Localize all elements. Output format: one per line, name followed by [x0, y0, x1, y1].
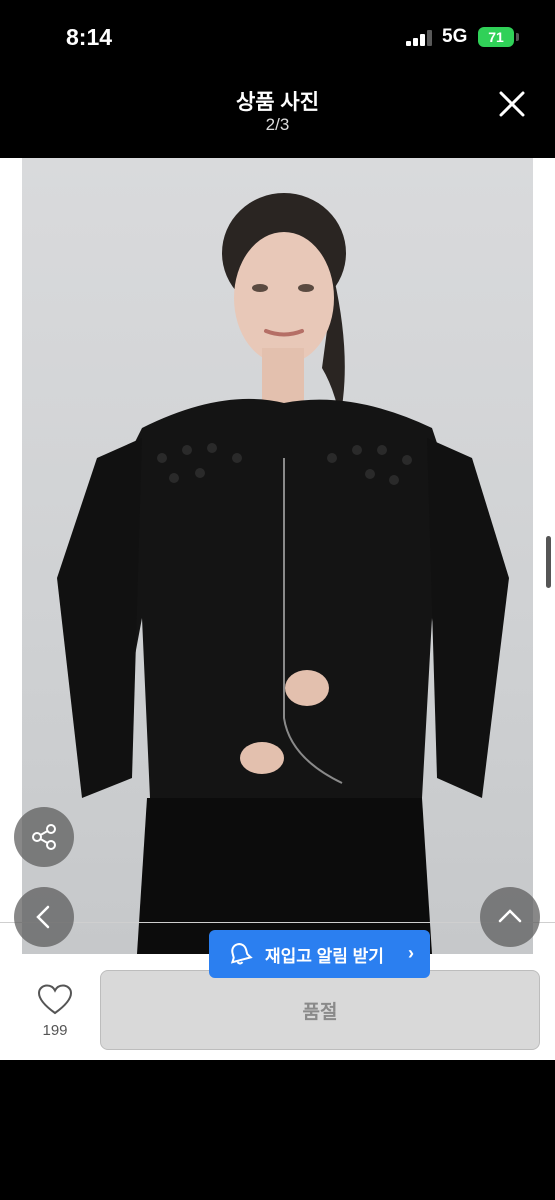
status-time: 8:14: [66, 24, 113, 50]
viewer-header: 상품 사진 2/3: [0, 80, 555, 158]
soldout-button[interactable]: 품절: [100, 970, 540, 1050]
share-icon: [32, 824, 56, 850]
close-icon: [499, 91, 525, 117]
battery-tip: [516, 33, 519, 41]
bell-icon: [230, 943, 253, 965]
viewer-divider: [0, 922, 555, 923]
close-button[interactable]: [494, 86, 530, 122]
scroll-top-button[interactable]: [480, 887, 540, 947]
restock-label: 재입고 알림 받기: [265, 946, 384, 966]
model-illustration: [57, 193, 509, 954]
battery-icon: 71: [478, 27, 514, 47]
restock-alert-button[interactable]: 재입고 알림 받기 ›: [209, 930, 430, 978]
photo-viewer[interactable]: [0, 158, 555, 1058]
page-indicator: 2/3: [265, 115, 290, 134]
network-type: 5G: [442, 26, 468, 47]
share-button[interactable]: [14, 807, 74, 867]
product-photo[interactable]: [22, 158, 533, 954]
status-bar: 8:14 5G 71: [0, 0, 555, 80]
like-button[interactable]: 199: [20, 980, 90, 1050]
cellular-signal-icon: [406, 30, 432, 46]
chevron-left-icon: [36, 905, 50, 929]
chevron-right-icon: ›: [408, 943, 414, 963]
like-count: 199: [42, 1022, 68, 1039]
page-title: 상품 사진: [235, 91, 320, 114]
heart-icon: [37, 984, 73, 1015]
scrollbar[interactable]: [546, 536, 551, 588]
previous-photo-button[interactable]: [14, 887, 74, 947]
chevron-up-icon: [498, 909, 522, 923]
battery-level: 71: [488, 29, 504, 45]
soldout-label: 품절: [302, 1001, 338, 1023]
